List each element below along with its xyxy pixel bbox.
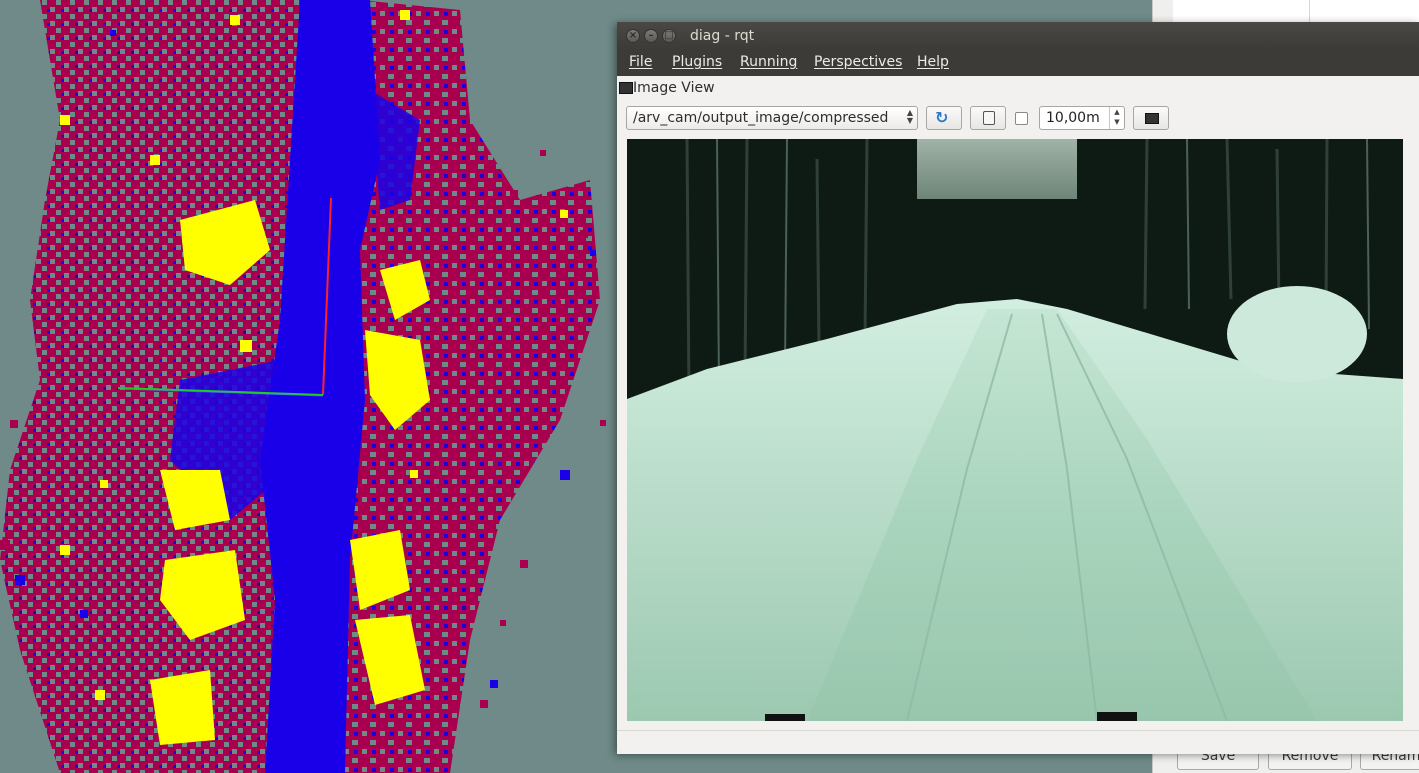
- plugin-title: Image View: [633, 80, 715, 96]
- rqt-window: × – □ diag - rqt File Plugins Running Pe…: [617, 22, 1419, 754]
- background-panel-header: [1173, 0, 1419, 23]
- rotate-checkbox[interactable]: [1015, 112, 1028, 125]
- window-titlebar[interactable]: × – □ diag - rqt: [617, 22, 1419, 50]
- spin-arrows-icon[interactable]: ▲ ▼: [1109, 107, 1124, 129]
- smooth-image-button[interactable]: [1133, 106, 1169, 130]
- duration-value: 10,00m: [1046, 110, 1100, 126]
- maximize-icon[interactable]: □: [662, 29, 676, 43]
- menu-perspectives[interactable]: Perspectives: [814, 54, 902, 70]
- refresh-button[interactable]: ↻: [926, 106, 962, 130]
- image-view-toolbar: /arv_cam/output_image/compressed ▲ ▼ ↻ 10…: [617, 104, 1419, 134]
- menu-running[interactable]: Running: [740, 54, 797, 70]
- menu-bar: File Plugins Running Perspectives Help: [617, 50, 1419, 76]
- close-icon[interactable]: ×: [626, 29, 640, 43]
- plugin-header: Image View: [617, 78, 1419, 100]
- camera-image[interactable]: [627, 139, 1403, 721]
- menu-plugins[interactable]: Plugins: [672, 54, 722, 70]
- minimize-icon[interactable]: –: [644, 29, 658, 43]
- save-image-icon: [983, 111, 995, 125]
- topic-select[interactable]: /arv_cam/output_image/compressed ▲ ▼: [626, 106, 918, 130]
- select-arrows-icon: ▲ ▼: [906, 108, 913, 125]
- status-bar: [617, 730, 1419, 754]
- topic-select-value: /arv_cam/output_image/compressed: [633, 110, 889, 126]
- duration-spinbox[interactable]: 10,00m ▲ ▼: [1039, 106, 1125, 130]
- menu-help[interactable]: Help: [917, 54, 949, 70]
- menu-file[interactable]: File: [629, 54, 652, 70]
- window-title: diag - rqt: [690, 28, 755, 44]
- refresh-icon: ↻: [935, 108, 949, 127]
- image-view-icon: [619, 82, 633, 94]
- smooth-image-icon: [1145, 113, 1159, 124]
- save-image-button[interactable]: [970, 106, 1006, 130]
